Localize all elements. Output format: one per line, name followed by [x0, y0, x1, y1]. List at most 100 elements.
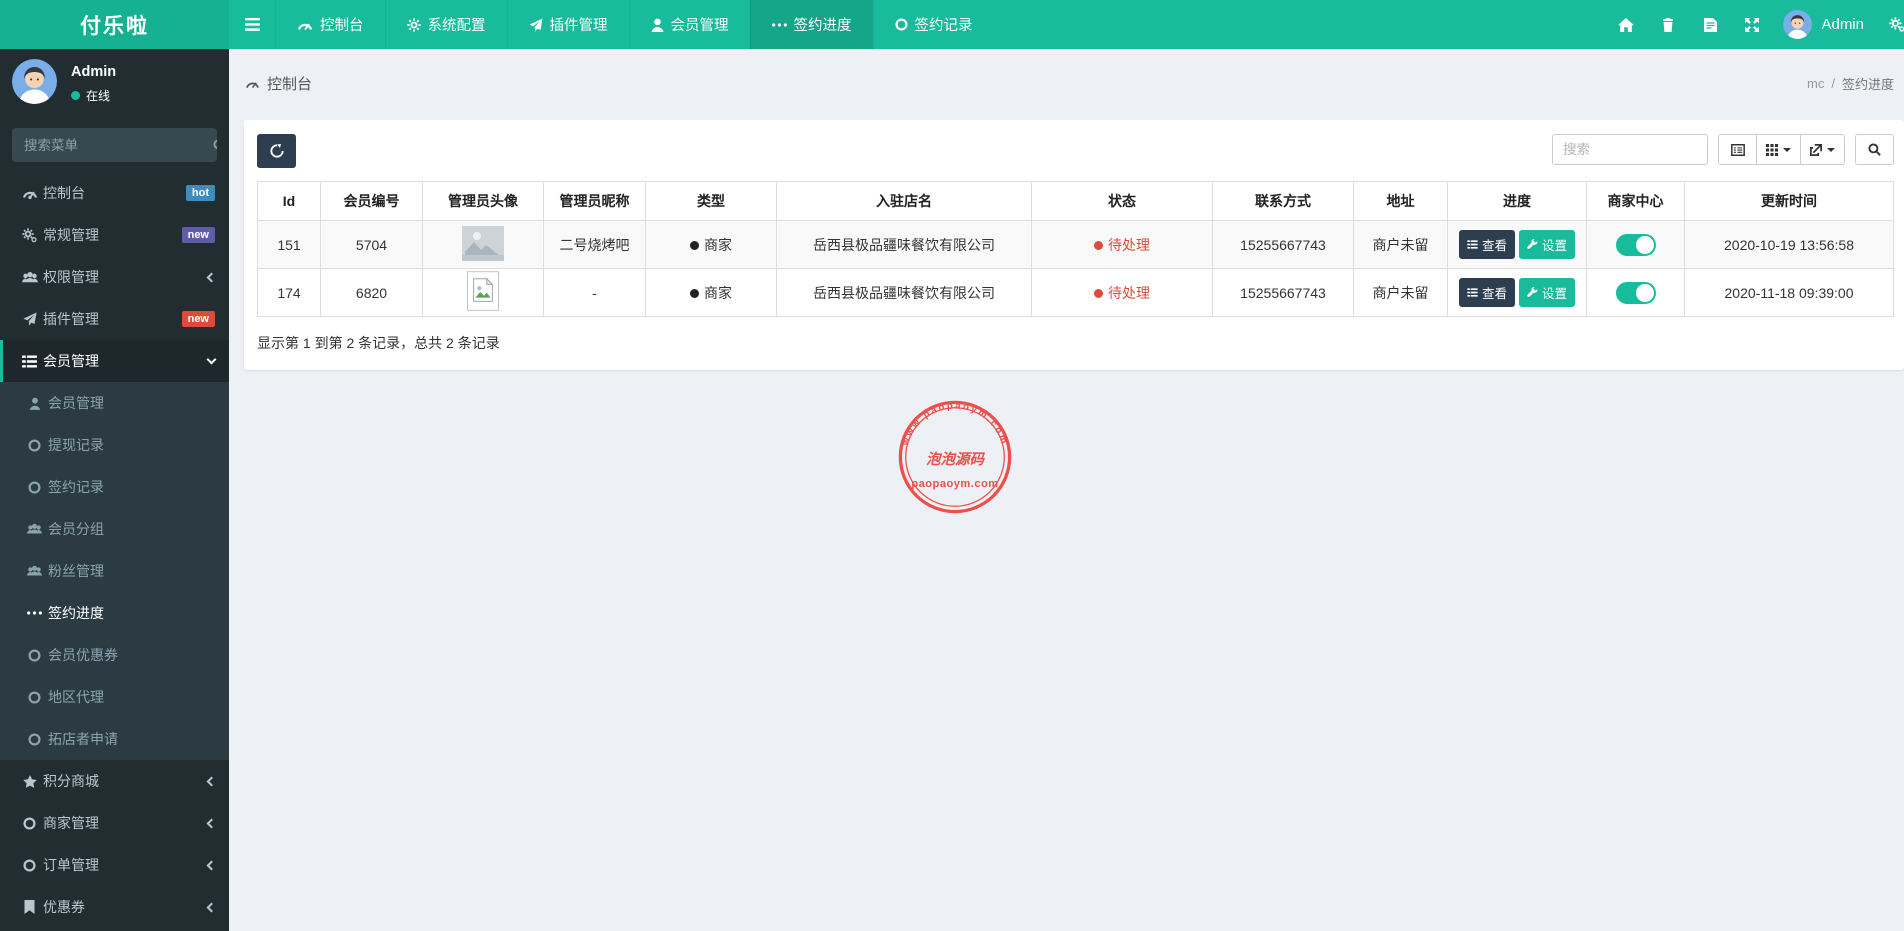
brand-logo[interactable]: 付乐啦 — [0, 0, 229, 49]
home-button[interactable] — [1605, 0, 1647, 49]
sidebar-item-points-mall[interactable]: 积分商城 — [0, 760, 229, 802]
col-address[interactable]: 地址 — [1353, 181, 1448, 221]
col-type[interactable]: 类型 — [645, 181, 777, 221]
sidebar-search-input[interactable] — [12, 128, 213, 162]
submenu-item-withdrawal-records[interactable]: 提现记录 — [0, 424, 229, 466]
submenu-item-fans-management[interactable]: 粉丝管理 — [0, 550, 229, 592]
clear-cache-button[interactable] — [1689, 0, 1731, 49]
sidebar-item-member-management[interactable]: 会员管理 — [0, 340, 229, 382]
cell-status: 待处理 — [1031, 268, 1213, 317]
refresh-icon — [269, 144, 284, 158]
trash-button[interactable] — [1647, 0, 1689, 49]
wrench-icon — [1527, 287, 1538, 298]
view-button[interactable]: 查看 — [1458, 230, 1515, 259]
paper-plane-icon — [16, 312, 43, 326]
nav-tab-system-config[interactable]: 系统配置 — [384, 0, 507, 49]
cell-store-name: 岳西县极品疆味餐饮有限公司 — [776, 220, 1032, 269]
cell-admin-nickname: 二号烧烤吧 — [543, 220, 646, 269]
circle-icon — [21, 648, 48, 662]
cell-merchant-center — [1586, 220, 1685, 269]
breadcrumb-current: 签约进度 — [1841, 77, 1894, 92]
submenu-item-signing-progress[interactable]: 签约进度 — [0, 592, 229, 634]
cell-member-no: 5704 — [320, 220, 423, 269]
photo-placeholder-thumbnail[interactable] — [462, 225, 504, 261]
merchant-center-toggle[interactable] — [1615, 281, 1656, 304]
refresh-button[interactable] — [257, 134, 296, 168]
breadcrumb-separator: / — [1831, 76, 1835, 91]
cell-member-no: 6820 — [320, 268, 423, 317]
sidebar-item-general[interactable]: 常规管理 new — [0, 214, 229, 256]
export-button[interactable] — [1801, 134, 1845, 165]
sidebar-item-coupons[interactable]: 优惠券 — [0, 886, 229, 928]
dashboard-icon — [297, 19, 313, 31]
settings-button[interactable]: 设置 — [1519, 230, 1576, 259]
nav-tab-members[interactable]: 会员管理 — [628, 0, 750, 49]
user-menu[interactable]: Admin — [1773, 0, 1874, 49]
settings-button[interactable]: 设置 — [1519, 278, 1576, 307]
col-member-no[interactable]: 会员编号 — [320, 181, 423, 221]
col-store-name[interactable]: 入驻店名 — [776, 181, 1032, 221]
sidebar-search-button[interactable] — [213, 128, 217, 162]
breadcrumb-parent[interactable]: mc — [1807, 76, 1824, 91]
nav-tab-signing-records[interactable]: 签约记录 — [872, 0, 994, 49]
broken-image-icon[interactable] — [467, 271, 499, 311]
wrench-icon — [1527, 239, 1538, 250]
gears-icon — [1889, 16, 1904, 33]
col-merchant-center[interactable]: 商家中心 — [1586, 181, 1685, 221]
circle-icon — [894, 18, 908, 31]
settings-button[interactable] — [1874, 0, 1904, 49]
cell-address: 商户未留 — [1353, 220, 1448, 269]
col-status[interactable]: 状态 — [1031, 181, 1213, 221]
submenu-item-store-developer-application[interactable]: 拓店者申请 — [0, 718, 229, 760]
table-row: 151 5704 二号烧烤吧 商家 岳西县极品疆味餐饮有限公司 待处理 1525… — [257, 220, 1894, 269]
merchant-center-toggle[interactable] — [1615, 233, 1656, 256]
nav-tab-dashboard[interactable]: 控制台 — [275, 0, 385, 49]
ellipsis-icon — [771, 22, 787, 27]
circle-icon — [21, 732, 48, 746]
avatar — [1783, 10, 1813, 39]
col-updated-time[interactable]: 更新时间 — [1684, 181, 1894, 221]
detail-view-icon — [1730, 143, 1745, 156]
gears-icon — [16, 227, 43, 243]
sidebar-item-permissions[interactable]: 权限管理 — [0, 256, 229, 298]
user-name: Admin — [1821, 16, 1864, 33]
online-status: 在线 — [71, 87, 116, 104]
record-count-text: 显示第 1 到第 2 条记录，总共 2 条记录 — [257, 335, 500, 351]
submenu-item-regional-agents[interactable]: 地区代理 — [0, 676, 229, 718]
caret-down-icon — [1783, 147, 1791, 152]
users-icon — [21, 523, 48, 535]
col-admin-nickname[interactable]: 管理员昵称 — [543, 181, 646, 221]
col-contact[interactable]: 联系方式 — [1212, 181, 1354, 221]
fullscreen-button[interactable] — [1731, 0, 1773, 49]
nav-tab-signing-progress[interactable]: 签约进度 — [749, 0, 873, 49]
submenu-item-member-management[interactable]: 会员管理 — [0, 382, 229, 424]
sidebar-toggle-button[interactable] — [229, 0, 275, 49]
sidebar-item-plugins[interactable]: 插件管理 new — [0, 298, 229, 340]
columns-button[interactable] — [1757, 134, 1801, 165]
submenu-item-member-groups[interactable]: 会员分组 — [0, 508, 229, 550]
circle-icon — [21, 690, 48, 704]
submenu-item-signing-records[interactable]: 签约记录 — [0, 466, 229, 508]
circle-icon — [21, 480, 48, 494]
toggle-detail-view-button[interactable] — [1718, 134, 1757, 165]
table-header-row: Id 会员编号 管理员头像 管理员昵称 类型 入驻店名 状态 联系方式 地址 进… — [257, 181, 1894, 221]
col-id[interactable]: Id — [257, 181, 321, 221]
nav-tab-plugins[interactable]: 插件管理 — [506, 0, 629, 49]
view-button[interactable]: 查看 — [1458, 278, 1515, 307]
cell-type: 商家 — [645, 220, 777, 269]
col-admin-avatar[interactable]: 管理员头像 — [422, 181, 544, 221]
table-search-input[interactable] — [1552, 134, 1708, 165]
sidebar-item-merchant-management[interactable]: 商家管理 — [0, 802, 229, 844]
circle-icon — [16, 858, 43, 872]
badge-new: new — [181, 227, 215, 243]
chevron-left-icon — [206, 776, 217, 786]
stamp-arc-text: www.paopaoym.com — [900, 400, 1008, 448]
breadcrumb-section[interactable]: 控制台 — [245, 73, 312, 94]
table-toolbar — [257, 134, 1894, 168]
sidebar-item-dashboard[interactable]: 控制台 hot — [0, 172, 229, 214]
type-dot — [690, 241, 699, 251]
search-button[interactable] — [1855, 134, 1894, 165]
sidebar-item-order-management[interactable]: 订单管理 — [0, 844, 229, 886]
col-progress[interactable]: 进度 — [1447, 181, 1587, 221]
submenu-item-member-coupons[interactable]: 会员优惠券 — [0, 634, 229, 676]
